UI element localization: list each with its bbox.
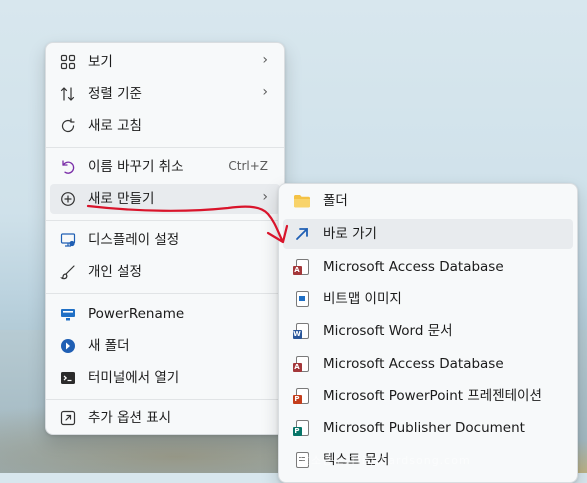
menu-item-label: 디스플레이 설정	[88, 232, 180, 248]
menu-item-label: 추가 옵션 표시	[88, 410, 172, 426]
menu-item-new-folder[interactable]: 새 폴더	[50, 331, 280, 361]
submenu-item-access-database[interactable]: A Microsoft Access Database	[283, 252, 573, 282]
submenu-item-label: Microsoft Access Database	[323, 356, 504, 372]
powerpoint-icon: P	[292, 387, 311, 405]
chevron-right-icon: ›	[262, 84, 268, 100]
submenu-item-word-document[interactable]: W Microsoft Word 문서	[283, 316, 573, 346]
menu-item-label: 터미널에서 열기	[88, 370, 180, 386]
chevron-right-icon: ›	[262, 189, 268, 205]
submenu-item-publisher-document[interactable]: P Microsoft Publisher Document	[283, 413, 573, 443]
menu-item-label: PowerRename	[88, 306, 185, 322]
menu-separator	[46, 293, 284, 294]
submenu-item-access-database-2[interactable]: A Microsoft Access Database	[283, 349, 573, 379]
add-circle-icon	[59, 190, 77, 208]
chevron-right-icon: ›	[262, 52, 268, 68]
menu-item-label: 보기	[88, 54, 113, 70]
publisher-icon: P	[292, 419, 311, 437]
access-icon: A	[292, 258, 311, 276]
submenu-item-shortcut[interactable]: 바로 가기	[283, 219, 573, 249]
menu-item-label: 새 폴더	[88, 338, 130, 354]
menu-item-label: 새로 만들기	[88, 191, 155, 207]
shortcut-text: Ctrl+Z	[228, 159, 268, 173]
menu-item-new[interactable]: 새로 만들기 ›	[50, 184, 280, 214]
menu-item-label: 정렬 기준	[88, 86, 142, 102]
menu-separator	[46, 147, 284, 148]
folder-icon	[293, 192, 311, 210]
word-icon: W	[292, 322, 311, 340]
submenu-item-label: Microsoft Publisher Document	[323, 420, 525, 436]
menu-item-label: 개인 설정	[88, 264, 142, 280]
terminal-icon	[59, 369, 77, 387]
menu-separator	[46, 399, 284, 400]
context-menu: 보기 › 정렬 기준 › 새로 고침 이름 바꾸기 취소 Ctrl+Z 새로 만…	[45, 42, 285, 435]
menu-item-label: 새로 고침	[88, 118, 142, 134]
submenu-item-bitmap-image[interactable]: 비트맵 이미지	[283, 284, 573, 314]
submenu-item-label: Microsoft Word 문서	[323, 323, 453, 339]
submenu-item-label: 비트맵 이미지	[323, 291, 402, 307]
menu-separator	[46, 220, 284, 221]
menu-item-personalize[interactable]: 개인 설정	[50, 257, 280, 287]
submenu-item-label: Microsoft PowerPoint 프레젠테이션	[323, 388, 542, 404]
new-folder-icon	[59, 337, 77, 355]
menu-item-undo-rename[interactable]: 이름 바꾸기 취소 Ctrl+Z	[50, 152, 280, 182]
submenu-item-label: Microsoft Access Database	[323, 259, 504, 275]
submenu-item-folder[interactable]: 폴더	[283, 186, 573, 216]
menu-item-sort-by[interactable]: 정렬 기준 ›	[50, 79, 280, 109]
bitmap-icon	[293, 290, 311, 308]
submenu-item-label: 폴더	[323, 193, 348, 209]
shortcut-icon	[293, 225, 311, 243]
display-icon	[59, 231, 77, 249]
menu-item-display-settings[interactable]: 디스플레이 설정	[50, 225, 280, 255]
sort-icon	[59, 85, 77, 103]
menu-item-view[interactable]: 보기 ›	[50, 47, 280, 77]
menu-item-powerrename[interactable]: PowerRename	[50, 299, 280, 329]
refresh-icon	[59, 117, 77, 135]
menu-item-show-more-options[interactable]: 추가 옵션 표시	[50, 403, 280, 433]
watermark-text: 알소당소(TIE)(Eardsong.com	[300, 454, 471, 467]
powerrename-icon	[59, 305, 77, 323]
grid-icon	[59, 53, 77, 71]
menu-item-open-terminal[interactable]: 터미널에서 열기	[50, 363, 280, 393]
access-icon: A	[292, 355, 311, 373]
more-options-icon	[59, 409, 77, 427]
submenu-item-powerpoint-presentation[interactable]: P Microsoft PowerPoint 프레젠테이션	[283, 381, 573, 411]
menu-item-label: 이름 바꾸기 취소	[88, 159, 184, 175]
brush-icon	[59, 263, 77, 281]
undo-icon	[59, 158, 77, 176]
new-submenu: 폴더 바로 가기 A Microsoft Access Database 비트맵…	[278, 183, 578, 483]
menu-item-refresh[interactable]: 새로 고침	[50, 111, 280, 141]
submenu-item-label: 바로 가기	[323, 226, 377, 242]
